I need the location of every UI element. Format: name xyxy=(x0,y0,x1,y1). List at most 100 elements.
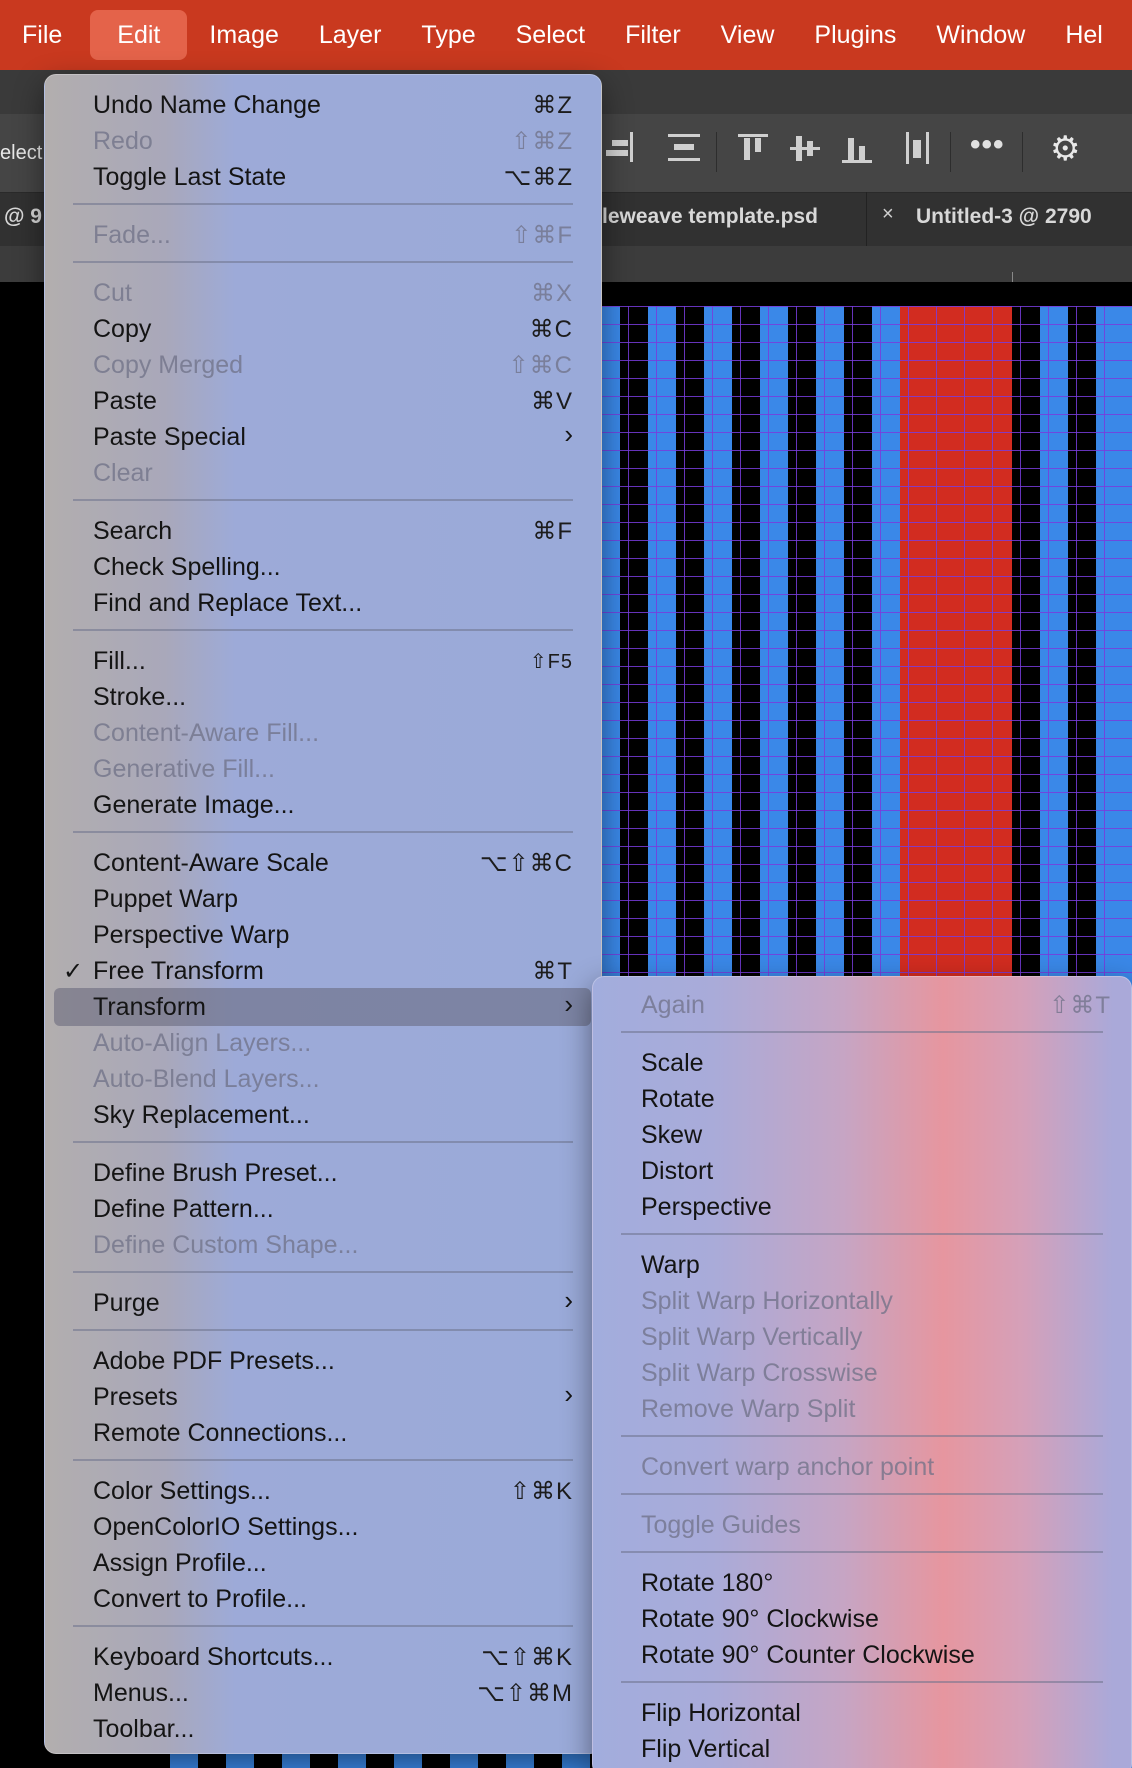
tab-divider xyxy=(866,192,867,246)
menu-item-toggle-last-state[interactable]: Toggle Last State ⌥⌘Z xyxy=(93,159,573,195)
menu-separator xyxy=(73,629,573,631)
tab-partial-left[interactable]: @ 9 xyxy=(4,205,42,229)
menu-type[interactable]: Type xyxy=(409,10,487,60)
edit-menu: Undo Name Change ⌘Z Redo ⇧⌘Z Toggle Last… xyxy=(44,74,602,1754)
submenu-item-rotate-90-cw[interactable]: Rotate 90° Clockwise xyxy=(641,1601,1111,1637)
chevron-right-icon: › xyxy=(564,1285,573,1315)
toolbar-separator xyxy=(1022,132,1023,172)
menu-plugins[interactable]: Plugins xyxy=(802,10,908,60)
menu-separator xyxy=(73,1459,573,1461)
menu-edit[interactable]: Edit xyxy=(90,10,188,60)
menu-select[interactable]: Select xyxy=(504,10,597,60)
menu-item-stroke[interactable]: Stroke... xyxy=(93,679,573,715)
menu-item-sky-replacement[interactable]: Sky Replacement... xyxy=(93,1097,573,1133)
transform-submenu: Again ⇧⌘T Scale Rotate Skew Distort Pers… xyxy=(592,976,1132,1768)
menu-item-remote-connections[interactable]: Remote Connections... xyxy=(93,1415,573,1451)
align-vertical-center-icon[interactable] xyxy=(790,136,820,161)
submenu-item-again: Again ⇧⌘T xyxy=(641,991,1111,1019)
menu-separator xyxy=(73,1625,573,1627)
menu-item-menus[interactable]: Menus... ⌥⇧⌘M xyxy=(93,1675,573,1711)
menu-image[interactable]: Image xyxy=(197,10,290,60)
submenu-item-skew[interactable]: Skew xyxy=(641,1117,1111,1153)
menu-item-find-replace[interactable]: Find and Replace Text... xyxy=(93,585,573,621)
menu-item-copy-merged: Copy Merged ⇧⌘C xyxy=(93,351,573,379)
chevron-right-icon: › xyxy=(564,989,573,1019)
menu-separator xyxy=(621,1551,1103,1553)
menu-item-color-settings[interactable]: Color Settings... ⇧⌘K xyxy=(93,1473,573,1509)
tab-leweave-template[interactable]: leweave template.psd xyxy=(602,205,818,229)
menu-separator xyxy=(621,1681,1103,1683)
menu-item-clear: Clear xyxy=(93,459,153,487)
menu-item-copy[interactable]: Copy ⌘C xyxy=(93,311,573,347)
distribute-vertical-icon[interactable] xyxy=(906,132,930,164)
submenu-item-convert-warp-anchor: Convert warp anchor point xyxy=(641,1453,935,1481)
menu-separator xyxy=(73,261,573,263)
menu-item-content-aware-fill: Content-Aware Fill... xyxy=(93,719,320,747)
menu-item-auto-blend-layers: Auto-Blend Layers... xyxy=(93,1065,320,1093)
submenu-item-distort[interactable]: Distort xyxy=(641,1153,1111,1189)
submenu-item-flip-vertical[interactable]: Flip Vertical xyxy=(641,1731,1111,1767)
menu-window[interactable]: Window xyxy=(924,10,1037,60)
menu-separator xyxy=(73,1271,573,1273)
menu-help[interactable]: Hel xyxy=(1053,10,1115,60)
menu-item-free-transform[interactable]: ✓ Free Transform ⌘T xyxy=(63,953,573,989)
menu-view[interactable]: View xyxy=(709,10,787,60)
more-options-icon[interactable]: ••• xyxy=(970,128,1005,162)
menu-item-auto-align-layers: Auto-Align Layers... xyxy=(93,1029,312,1057)
menu-item-redo: Redo ⇧⌘Z xyxy=(93,127,573,155)
menu-item-fade: Fade... ⇧⌘F xyxy=(93,221,573,249)
pattern-artwork-bottom xyxy=(170,1752,600,1768)
menu-item-assign-profile[interactable]: Assign Profile... xyxy=(93,1545,573,1581)
menu-item-purge[interactable]: Purge › xyxy=(93,1285,573,1321)
menu-filter[interactable]: Filter xyxy=(613,10,693,60)
distribute-horizontal-icon[interactable] xyxy=(668,134,700,161)
chevron-right-icon: › xyxy=(564,419,573,449)
submenu-item-flip-horizontal[interactable]: Flip Horizontal xyxy=(641,1695,1111,1731)
menu-item-keyboard-shortcuts[interactable]: Keyboard Shortcuts... ⌥⇧⌘K xyxy=(93,1639,573,1675)
submenu-item-perspective[interactable]: Perspective xyxy=(641,1189,1111,1225)
submenu-item-warp[interactable]: Warp xyxy=(641,1247,1111,1283)
close-icon[interactable]: × xyxy=(882,203,894,226)
menu-separator xyxy=(73,1329,573,1331)
menu-item-toolbar[interactable]: Toolbar... xyxy=(93,1711,573,1747)
menu-item-convert-to-profile[interactable]: Convert to Profile... xyxy=(93,1581,573,1617)
menu-item-search[interactable]: Search ⌘F xyxy=(93,513,573,549)
menu-item-define-pattern[interactable]: Define Pattern... xyxy=(93,1191,573,1227)
submenu-item-rotate-90-ccw[interactable]: Rotate 90° Counter Clockwise xyxy=(641,1637,1111,1673)
menu-item-puppet-warp[interactable]: Puppet Warp xyxy=(93,881,573,917)
toolbar-separator xyxy=(950,132,951,172)
menu-item-define-custom-shape: Define Custom Shape... xyxy=(93,1231,359,1259)
menu-file[interactable]: File xyxy=(10,10,74,60)
submenu-item-rotate-180[interactable]: Rotate 180° xyxy=(641,1565,1111,1601)
align-bottom-icon[interactable] xyxy=(842,136,872,163)
menu-item-paste[interactable]: Paste ⌘V xyxy=(93,383,573,419)
menu-separator xyxy=(73,499,573,501)
align-top-icon[interactable] xyxy=(738,134,768,160)
submenu-item-rotate[interactable]: Rotate xyxy=(641,1081,1111,1117)
menu-layer[interactable]: Layer xyxy=(307,10,394,60)
submenu-item-scale[interactable]: Scale xyxy=(641,1045,1111,1081)
submenu-item-split-warp-horizontally: Split Warp Horizontally xyxy=(641,1287,893,1315)
menu-item-generate-image[interactable]: Generate Image... xyxy=(93,787,573,823)
menu-item-content-aware-scale[interactable]: Content-Aware Scale ⌥⇧⌘C xyxy=(93,845,573,881)
menu-item-opencolorio-settings[interactable]: OpenColorIO Settings... xyxy=(93,1509,573,1545)
menu-item-presets[interactable]: Presets › xyxy=(93,1379,573,1415)
menu-separator xyxy=(73,1141,573,1143)
align-right-icon[interactable] xyxy=(606,132,634,162)
menu-item-undo[interactable]: Undo Name Change ⌘Z xyxy=(93,87,573,123)
menu-item-generative-fill: Generative Fill... xyxy=(93,755,276,783)
menu-item-transform[interactable]: Transform › xyxy=(54,988,591,1026)
chevron-right-icon: › xyxy=(564,1379,573,1409)
menu-item-define-brush-preset[interactable]: Define Brush Preset... xyxy=(93,1155,573,1191)
options-bar-label: elect xyxy=(0,142,43,164)
menu-item-fill[interactable]: Fill... ⇧F5 xyxy=(93,643,573,679)
menu-item-paste-special[interactable]: Paste Special › xyxy=(93,419,573,455)
submenu-item-split-warp-crosswise: Split Warp Crosswise xyxy=(641,1359,878,1387)
gear-icon[interactable]: ⚙ xyxy=(1050,132,1080,166)
checkmark-icon: ✓ xyxy=(63,958,84,985)
tab-untitled-3[interactable]: Untitled-3 @ 2790 xyxy=(916,205,1092,229)
menu-separator xyxy=(621,1233,1103,1235)
menu-item-adobe-pdf-presets[interactable]: Adobe PDF Presets... xyxy=(93,1343,573,1379)
menu-item-check-spelling[interactable]: Check Spelling... xyxy=(93,549,573,585)
menu-item-perspective-warp[interactable]: Perspective Warp xyxy=(93,917,573,953)
